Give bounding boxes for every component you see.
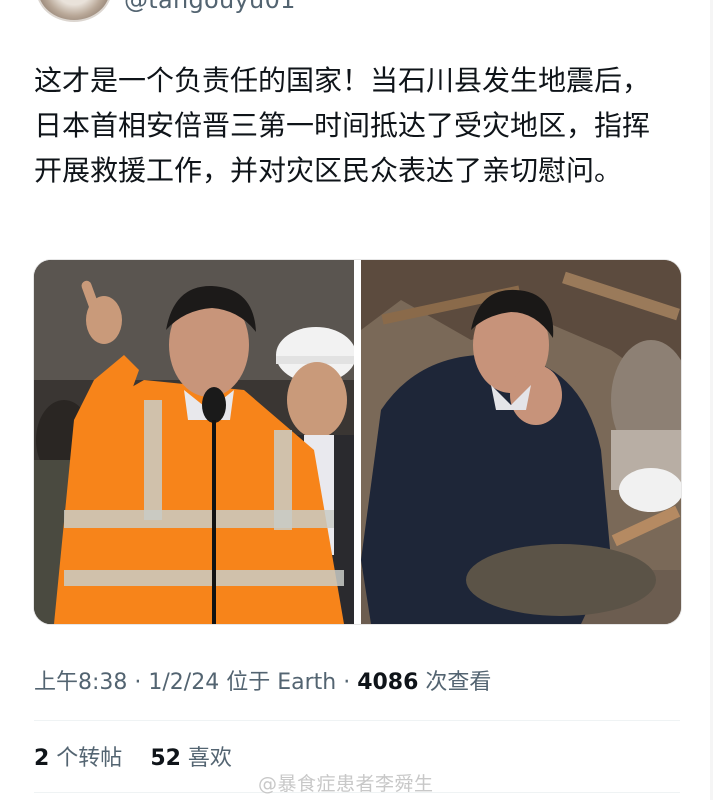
tweet-location[interactable]: Earth <box>277 670 336 695</box>
views-label: 次查看 <box>418 670 492 695</box>
photo-1-illustration <box>34 260 354 624</box>
likes-count: 52 <box>150 746 181 771</box>
tweet-detail-page: @tangouyu01 这才是一个负责任的国家！当石川县发生地震后，日本首相安倍… <box>0 0 713 800</box>
retweets-stat[interactable]: 2 个转帖 <box>34 746 122 771</box>
tweet-engagement-stats: 2 个转帖 52 喜欢 <box>34 740 232 772</box>
likes-stat[interactable]: 52 喜欢 <box>150 746 232 771</box>
tweet-time[interactable]: 上午8:38 <box>34 670 127 695</box>
views-count: 4086 <box>357 670 419 695</box>
divider-top <box>34 720 680 721</box>
meta-separator: · <box>127 670 149 695</box>
tweet-text: 这才是一个负责任的国家！当石川县发生地震后，日本首相安倍晋三第一时间抵达了受灾地… <box>34 64 651 187</box>
watermark: @暴食症患者李舜生 <box>258 773 434 795</box>
tweet-photo-2[interactable] <box>361 260 681 624</box>
user-handle[interactable]: @tangouyu01 <box>124 0 296 14</box>
photo-2-illustration <box>361 260 681 624</box>
tweet-metadata: 上午8:38 · 1/2/24 位于 Earth · 4086 次查看 <box>34 664 491 696</box>
retweets-label: 个转帖 <box>49 746 123 771</box>
likes-label: 喜欢 <box>180 746 232 771</box>
tweet-photo-1[interactable] <box>34 260 354 624</box>
tweet-media-grid <box>33 259 682 625</box>
meta-separator-2: · <box>336 670 358 695</box>
retweets-count: 2 <box>34 746 50 771</box>
user-avatar[interactable] <box>36 0 112 22</box>
location-prefix: 位于 <box>219 670 278 695</box>
tweet-date[interactable]: 1/2/24 <box>148 670 219 695</box>
